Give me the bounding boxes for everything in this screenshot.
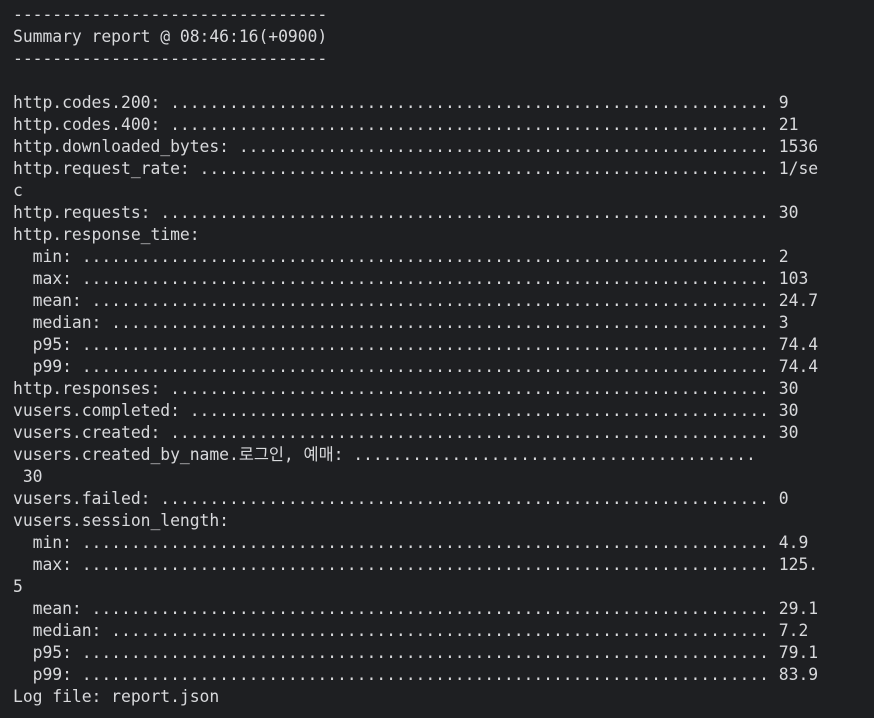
terminal-line: http.requests: .........................… [13,203,799,222]
terminal-line: p99: ...................................… [13,665,819,684]
terminal-line: min: ...................................… [13,533,809,552]
terminal-line: Summary report @ 08:46:16(+0900) [13,27,328,46]
terminal-line: http.codes.400: ........................… [13,115,799,134]
terminal-line: p95: ...................................… [13,335,819,354]
terminal-line: http.response_time: [13,225,200,244]
terminal-line: min: ...................................… [13,247,789,266]
terminal-line: mean: ..................................… [13,291,819,310]
terminal-line: 30 [13,467,43,486]
terminal-line: c [13,181,23,200]
terminal-line: max: ...................................… [13,269,809,288]
terminal-line: http.codes.200: ........................… [13,93,789,112]
terminal-line: Log file: report.json [13,687,220,706]
terminal-line: http.responses: ........................… [13,379,799,398]
terminal-line: vusers.failed: .........................… [13,489,789,508]
terminal-line: median: ................................… [13,621,809,640]
terminal-line: vusers.created_by_name.로그인, 예매: ........… [13,445,756,464]
terminal-line: 5 [13,577,23,596]
terminal-line: p99: ...................................… [13,357,819,376]
terminal-line: max: ...................................… [13,555,819,574]
terminal-output[interactable]: -------------------------------- Summary … [13,4,874,708]
terminal-line: p95: ...................................… [13,643,819,662]
terminal-line: http.request_rate: .....................… [13,159,819,178]
terminal-line: -------------------------------- [13,49,328,68]
terminal-line: http.downloaded_bytes: .................… [13,137,819,156]
terminal-line: -------------------------------- [13,5,328,24]
terminal-line: median: ................................… [13,313,789,332]
terminal-line: vusers.completed: ......................… [13,401,799,420]
terminal-line: vusers.created: ........................… [13,423,799,442]
terminal-line: mean: ..................................… [13,599,819,618]
terminal-line: vusers.session_length: [13,511,229,530]
